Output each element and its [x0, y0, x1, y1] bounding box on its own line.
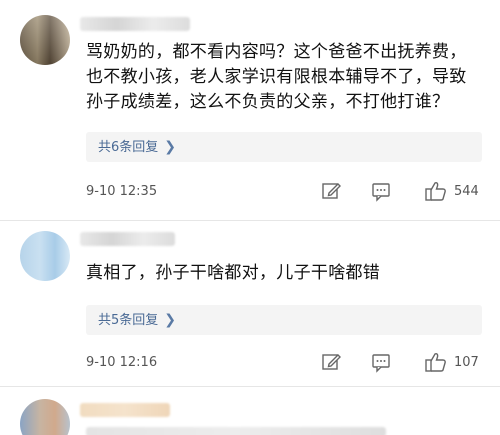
edit-icon[interactable]	[320, 180, 342, 202]
comment-text: 骂奶奶的，都不看内容吗？这个爸爸不出抚养费， 也不教小孩，老人家学识有限根本辅导…	[86, 40, 486, 115]
avatar[interactable]	[20, 15, 70, 65]
thumbs-up-icon[interactable]	[424, 180, 446, 202]
comment-meta: 9-10 12:35 544	[86, 180, 486, 204]
comment-icon[interactable]	[370, 351, 392, 373]
comment-text-line: 骂奶奶的，都不看内容吗？这个爸爸不出抚养费，	[86, 42, 467, 62]
username-blurred[interactable]	[80, 17, 190, 31]
view-replies-button[interactable]: 共6条回复 ❯	[86, 132, 482, 162]
comment-meta: 9-10 12:16 107	[86, 351, 486, 375]
comment-time: 9-10 12:16	[86, 355, 158, 370]
avatar[interactable]	[20, 231, 70, 281]
thumbs-up-icon[interactable]	[424, 351, 446, 373]
text-blurred	[86, 427, 386, 435]
comment-item: 真相了，孙子干啥都对，儿子干啥都错 共5条回复 ❯ 9-10 12:16 107	[0, 221, 500, 386]
comment-time: 9-10 12:35	[86, 184, 158, 199]
comment-text-line: 真相了，孙子干啥都对，儿子干啥都错	[86, 263, 381, 283]
comment-text-line: 也不教小孩，老人家学识有限根本辅导不了，导致	[86, 67, 467, 87]
comment-text-line: 孙子成绩差，这么不负责的父亲，不打他打谁？	[86, 92, 450, 112]
like-count: 544	[454, 184, 479, 199]
avatar[interactable]	[20, 399, 70, 435]
username-blurred[interactable]	[80, 403, 170, 417]
replies-label: 共5条回复	[98, 313, 159, 328]
view-replies-button[interactable]: 共5条回复 ❯	[86, 305, 482, 335]
comment-item: 骂奶奶的，都不看内容吗？这个爸爸不出抚养费， 也不教小孩，老人家学识有限根本辅导…	[0, 0, 500, 220]
like-count: 107	[454, 355, 479, 370]
chevron-right-icon: ❯	[164, 312, 177, 328]
comment-text: 真相了，孙子干啥都对，儿子干啥都错	[86, 261, 486, 286]
comment-item	[0, 387, 500, 435]
comment-icon[interactable]	[370, 180, 392, 202]
username-blurred[interactable]	[80, 232, 175, 246]
edit-icon[interactable]	[320, 351, 342, 373]
chevron-right-icon: ❯	[164, 139, 177, 155]
replies-label: 共6条回复	[98, 140, 159, 155]
